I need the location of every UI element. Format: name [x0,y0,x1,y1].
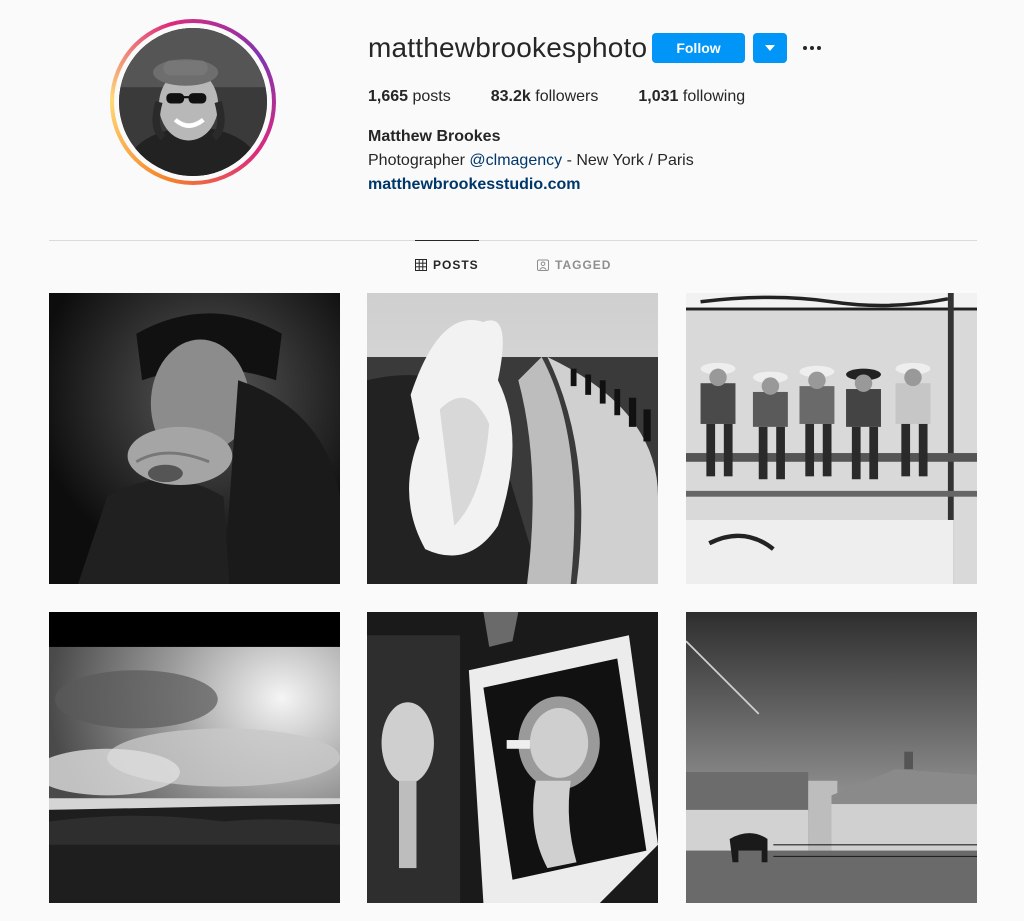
post-image [686,293,977,584]
followers-stat[interactable]: 83.2k followers [491,88,599,106]
following-count: 1,031 [638,88,679,105]
tabs-divider [49,240,977,241]
post-thumbnail[interactable] [367,293,658,584]
bio-prefix: Photographer [368,152,470,169]
post-image [367,612,658,903]
post-image [367,293,658,584]
tagged-icon [537,259,549,271]
profile-website-link[interactable]: matthewbrookesstudio.com [368,176,580,194]
suggestions-dropdown-button[interactable] [753,33,787,63]
more-dot-icon [803,46,807,50]
post-image [49,612,340,903]
posts-label: posts [412,88,451,105]
bio-suffix: - New York / Paris [562,152,694,169]
tab-tagged-label: TAGGED [555,258,612,272]
more-dot-icon [817,46,821,50]
followers-label: followers [535,88,599,105]
post-image [686,612,977,903]
post-thumbnail[interactable] [49,612,340,903]
post-image [49,293,340,584]
profile-username: matthewbrookesphoto [368,32,648,63]
active-tab-indicator [415,240,479,241]
profile-bio: Photographer @clmagency - New York / Par… [368,152,694,170]
more-dot-icon [810,46,814,50]
post-thumbnail[interactable] [686,612,977,903]
profile-full-name: Matthew Brookes [368,128,501,145]
avatar-border [114,23,272,181]
posts-count: 1,665 [368,88,409,105]
avatar-image [119,28,267,176]
post-thumbnail[interactable] [686,293,977,584]
grid-icon [415,259,427,271]
post-thumbnail[interactable] [49,293,340,584]
bio-mention-link[interactable]: @clmagency [469,152,562,169]
profile-stats: 1,665 posts 83.2k followers 1,031 follow… [368,88,785,106]
following-label: following [682,88,746,105]
profile-avatar[interactable] [110,19,276,185]
tab-posts[interactable]: POSTS [415,258,479,272]
posts-stat: 1,665 posts [368,88,451,106]
following-stat[interactable]: 1,031 following [638,88,745,106]
chevron-down-icon [765,45,775,51]
follow-button[interactable]: Follow [652,33,745,63]
tab-posts-label: POSTS [433,258,479,272]
more-options-button[interactable] [800,36,824,60]
followers-count: 83.2k [490,88,531,105]
post-thumbnail[interactable] [367,612,658,903]
tab-tagged[interactable]: TAGGED [537,258,611,272]
